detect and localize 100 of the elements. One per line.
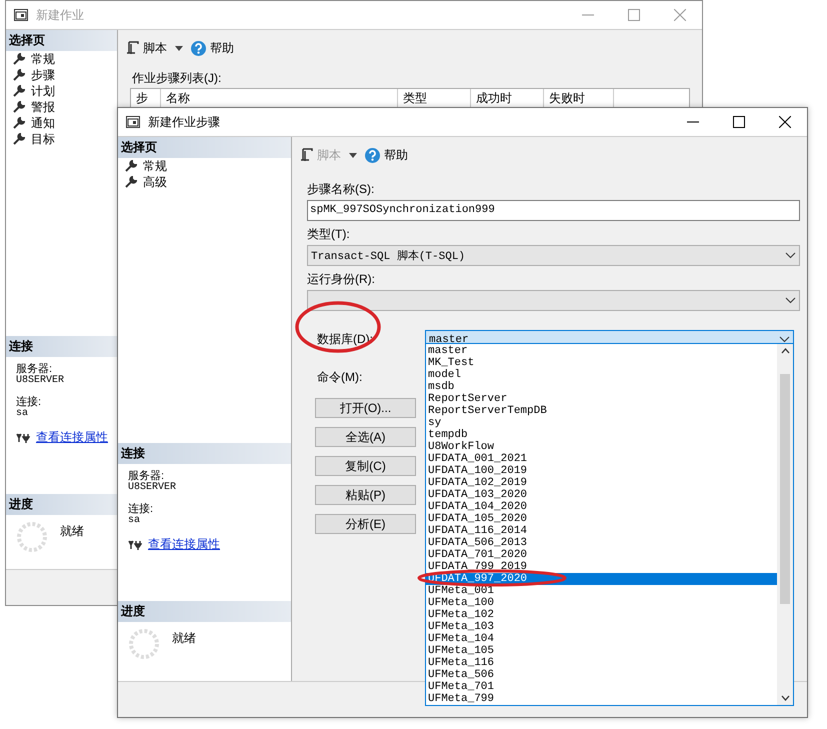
database-option[interactable]: UFDATA_100_2019 bbox=[426, 465, 777, 477]
database-option[interactable]: UFDATA_997_2020 bbox=[426, 573, 777, 585]
script-icon bbox=[126, 41, 139, 55]
database-option[interactable]: UFMeta_102 bbox=[426, 609, 777, 621]
database-option[interactable]: UFDATA_105_2020 bbox=[426, 513, 777, 525]
field-label: 命令(M): bbox=[317, 369, 362, 386]
database-option[interactable]: UFMeta_116 bbox=[426, 657, 777, 669]
connection-properties-link[interactable]: 查看连接属性 bbox=[36, 429, 108, 446]
help-button[interactable]: 帮助 bbox=[191, 40, 234, 56]
scroll-down-icon[interactable] bbox=[780, 695, 790, 701]
scroll-up-icon[interactable] bbox=[780, 348, 790, 354]
database-option[interactable]: UFDATA_102_2019 bbox=[426, 477, 777, 489]
database-option[interactable]: UFDATA_104_2020 bbox=[426, 501, 777, 513]
database-option[interactable]: msdb bbox=[426, 381, 777, 393]
script-icon bbox=[300, 148, 313, 162]
plug-icon bbox=[128, 540, 142, 550]
section-header: 连接 bbox=[118, 443, 291, 464]
database-option[interactable]: UFDATA_001_2021 bbox=[426, 453, 777, 465]
window-title: 新建作业 bbox=[36, 6, 84, 24]
command-button[interactable]: 全选(A) bbox=[315, 427, 416, 447]
help-icon bbox=[191, 40, 206, 56]
login-value: sa bbox=[128, 515, 140, 526]
wrench-icon bbox=[13, 69, 25, 81]
chevron-down-icon bbox=[785, 297, 796, 304]
page-item[interactable]: 常规 bbox=[31, 50, 55, 68]
database-option[interactable]: UFDATA_701_2020 bbox=[426, 549, 777, 561]
database-option[interactable]: UFMeta_701 bbox=[426, 681, 777, 693]
dropdown-caret-icon[interactable] bbox=[349, 152, 357, 158]
section-header: 选择页 bbox=[118, 137, 291, 158]
select-field[interactable]: Transact-SQL 脚本(T-SQL) bbox=[307, 245, 800, 266]
window-icon bbox=[14, 9, 28, 21]
progress-status: 就绪 bbox=[172, 630, 196, 647]
database-option[interactable]: UFMeta_103 bbox=[426, 621, 777, 633]
database-option[interactable]: tempdb bbox=[426, 429, 777, 441]
wrench-icon bbox=[13, 85, 25, 97]
database-option[interactable]: UFMeta_100 bbox=[426, 597, 777, 609]
command-button[interactable]: 复制(C) bbox=[315, 456, 416, 476]
page-item[interactable]: 常规 bbox=[143, 158, 167, 174]
command-button[interactable]: 打开(O)... bbox=[315, 398, 416, 418]
login-value: sa bbox=[16, 408, 28, 419]
close-icon[interactable] bbox=[779, 116, 791, 128]
section-header: 选择页 bbox=[6, 30, 117, 51]
window-title: 新建作业步骤 bbox=[148, 114, 220, 130]
select-field[interactable] bbox=[307, 290, 800, 311]
database-option[interactable]: U8WorkFlow bbox=[426, 441, 777, 453]
wrench-icon bbox=[13, 133, 25, 145]
step-name-field[interactable]: spMK_997SOSynchronization999 bbox=[307, 200, 800, 221]
wrench-icon bbox=[13, 117, 25, 129]
command-button[interactable]: 分析(E) bbox=[315, 514, 416, 534]
database-option[interactable]: MK_Test bbox=[426, 357, 777, 369]
database-option[interactable]: UFMeta_001 bbox=[426, 585, 777, 597]
page-item[interactable]: 警报 bbox=[31, 98, 55, 116]
database-option[interactable]: UFMeta_105 bbox=[426, 645, 777, 657]
plug-icon bbox=[16, 432, 30, 442]
database-option[interactable]: UFDATA_103_2020 bbox=[426, 489, 777, 501]
spinner-icon bbox=[16, 521, 48, 553]
scrollbar[interactable] bbox=[777, 344, 793, 705]
help-button[interactable]: 帮助 bbox=[365, 146, 408, 164]
database-option[interactable]: UFMeta_104 bbox=[426, 633, 777, 645]
database-option[interactable]: UFDATA_506_2013 bbox=[426, 537, 777, 549]
connection-properties-link[interactable]: 查看连接属性 bbox=[148, 536, 220, 553]
database-option[interactable]: ReportServerTempDB bbox=[426, 405, 777, 417]
connection-label: 连接: bbox=[128, 503, 154, 515]
field-label: 类型(T): bbox=[307, 226, 351, 243]
database-option[interactable]: UFMeta_506 bbox=[426, 669, 777, 681]
database-option[interactable]: ReportServer bbox=[426, 393, 777, 405]
section-header: 进度 bbox=[6, 494, 117, 515]
page-item[interactable]: 通知 bbox=[31, 114, 55, 132]
section-header: 连接 bbox=[6, 336, 117, 357]
field-label: 步骤名称(S): bbox=[307, 181, 376, 198]
database-option[interactable]: UFDATA_799_2019 bbox=[426, 561, 777, 573]
command-button[interactable]: 粘贴(P) bbox=[315, 485, 416, 505]
database-option[interactable]: UFDATA_116_2014 bbox=[426, 525, 777, 537]
database-option[interactable]: sy bbox=[426, 417, 777, 429]
page-item[interactable]: 步骤 bbox=[31, 66, 55, 84]
steps-list-label: 作业步骤列表(J): bbox=[132, 70, 222, 87]
window-icon bbox=[126, 116, 140, 128]
script-button[interactable]: 脚本 bbox=[126, 40, 167, 56]
progress-status: 就绪 bbox=[60, 523, 84, 540]
chevron-down-icon bbox=[785, 252, 796, 259]
wrench-icon bbox=[125, 160, 137, 172]
database-option[interactable]: model bbox=[426, 369, 777, 381]
wrench-icon bbox=[13, 101, 25, 113]
spinner-icon bbox=[128, 628, 160, 660]
page-item[interactable]: 计划 bbox=[31, 82, 55, 100]
server-value: U8SERVER bbox=[16, 375, 64, 386]
connection-label: 连接: bbox=[16, 396, 42, 408]
page-item[interactable]: 高级 bbox=[143, 174, 167, 190]
dropdown-caret-icon[interactable] bbox=[175, 46, 183, 50]
wrench-icon bbox=[125, 176, 137, 188]
maximize-icon[interactable] bbox=[733, 116, 745, 128]
page-item[interactable]: 目标 bbox=[31, 130, 55, 148]
database-option[interactable]: UFMeta_799 bbox=[426, 693, 777, 705]
field-label: 运行身份(R): bbox=[307, 271, 376, 288]
chevron-down-icon bbox=[779, 336, 790, 343]
server-label: 服务器: bbox=[128, 470, 164, 482]
wrench-icon bbox=[13, 53, 25, 65]
help-icon bbox=[365, 148, 380, 162]
server-label: 服务器: bbox=[16, 363, 52, 375]
server-value: U8SERVER bbox=[128, 482, 176, 493]
